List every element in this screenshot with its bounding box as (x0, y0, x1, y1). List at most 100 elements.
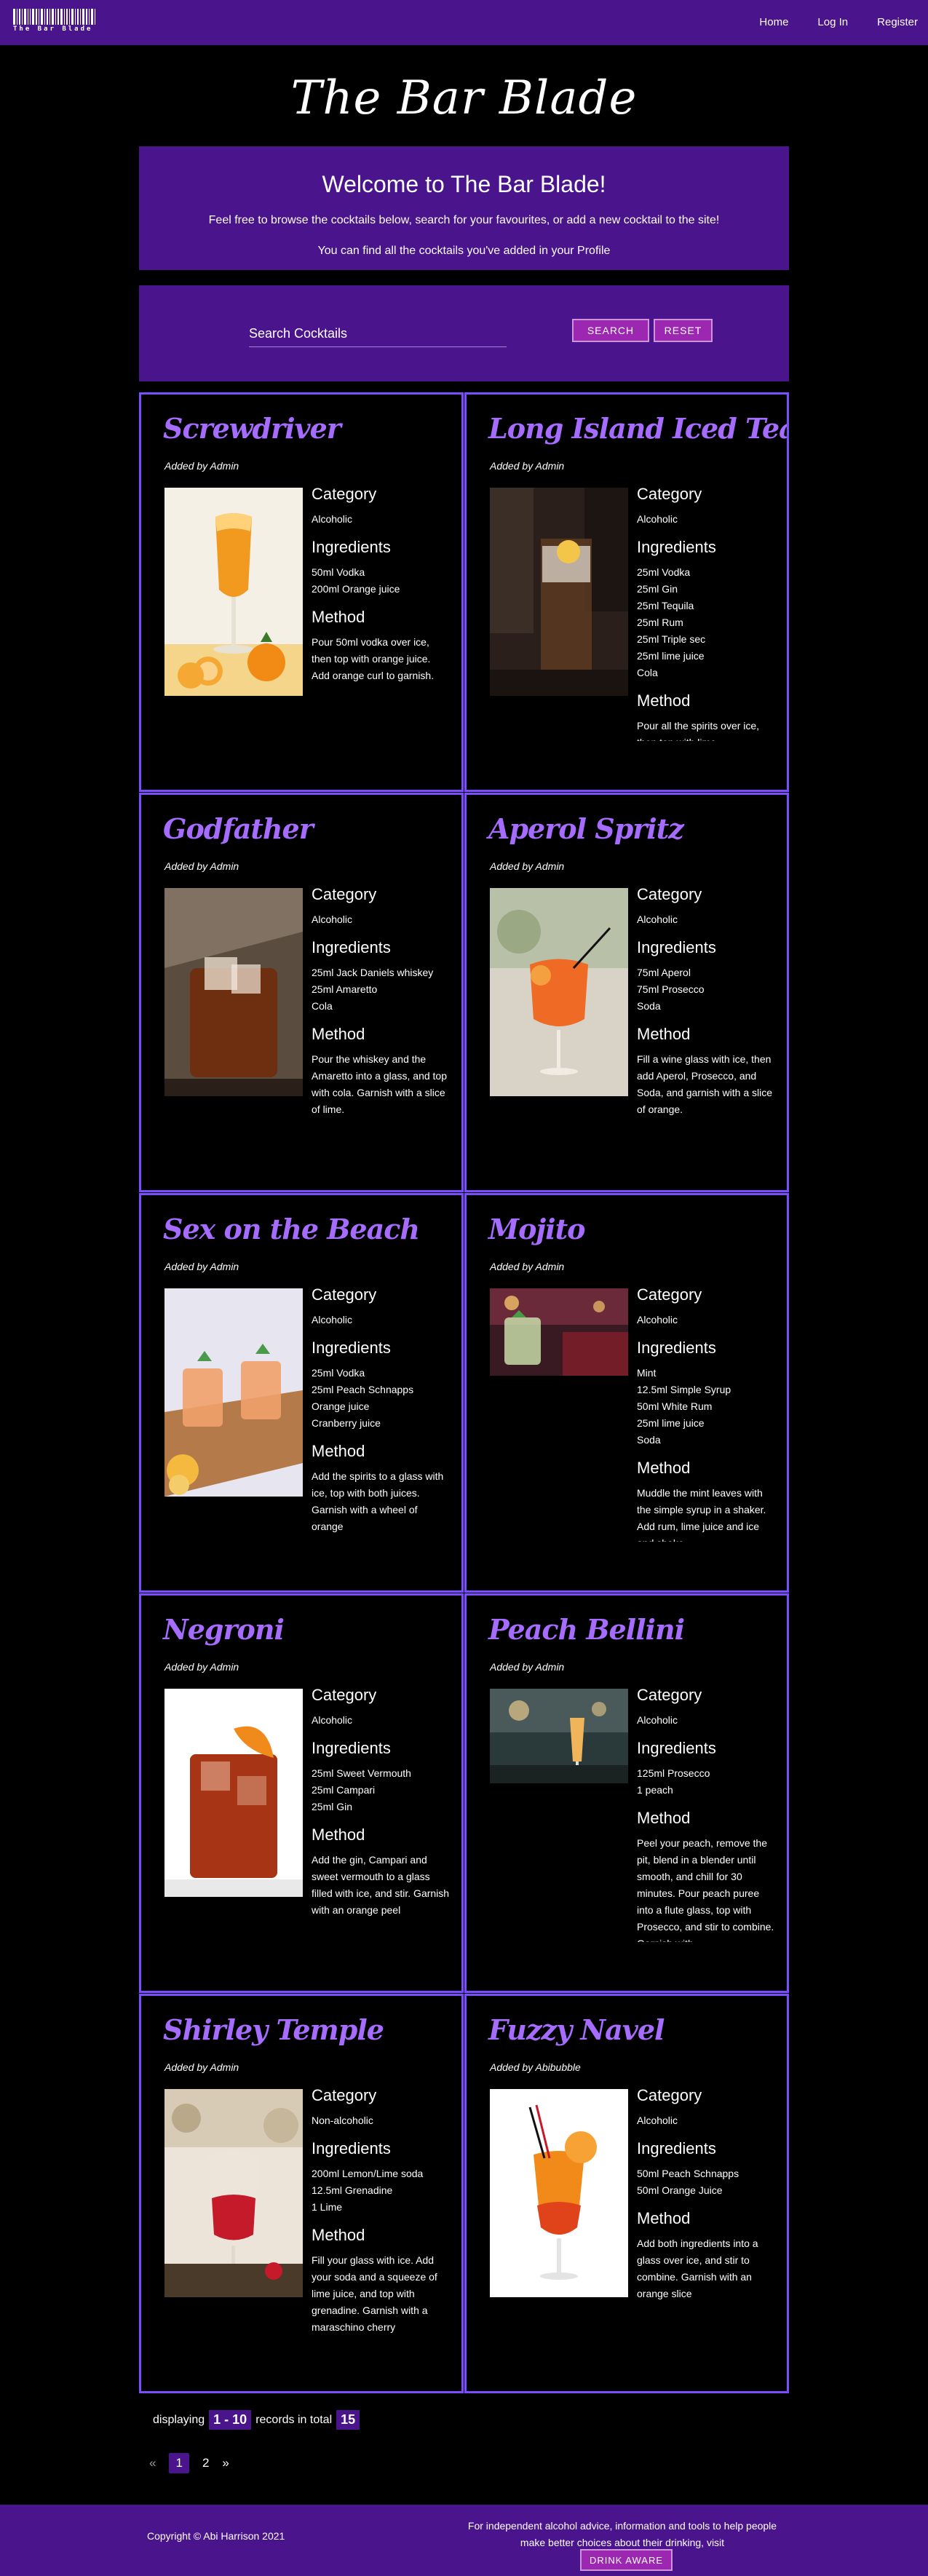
cocktail-card-screwdriver[interactable]: Screwdriver Added by Admin Category Alco… (139, 392, 464, 792)
cocktail-details: Category Alcoholic Ingredients 75ml Aper… (637, 885, 775, 1141)
ingredients-list: 200ml Lemon/Lime soda 12.5ml Grenadine 1 L… (312, 2165, 450, 2216)
cocktail-added-by: Added by Abibubble (490, 2061, 581, 2073)
ingredients-heading: Ingredients (637, 938, 716, 956)
cocktail-method: Fill a wine glass with ice, then add Ape… (637, 1053, 772, 1115)
ingredients-list: 75ml Aperol 75ml Prosecco Soda (637, 964, 775, 1015)
pagination-page-2[interactable]: 2 (202, 2456, 209, 2470)
cocktail-image (164, 2089, 303, 2297)
drink-aware-button[interactable]: DRINK AWARE (580, 2549, 673, 2571)
ingredient-item: 125ml Prosecco (637, 1767, 710, 1779)
cocktail-method: Add both ingredients into a glass over i… (637, 2238, 758, 2299)
cocktail-added-by: Added by Admin (164, 2061, 239, 2073)
cocktail-image (164, 888, 303, 1096)
records-total: 15 (336, 2410, 360, 2430)
cocktail-card-peach-bellini[interactable]: Peach Bellini Added by Admin Category Al… (464, 1593, 789, 1993)
cocktail-details: Category Non-alcoholic Ingredients 200ml… (312, 2086, 450, 2342)
cocktail-details: Category Alcoholic Ingredients 50ml Peac… (637, 2086, 775, 2342)
search-panel: Search Cocktails SEARCH RESET (139, 285, 789, 381)
cocktail-name[interactable]: Long Island Iced Tea (488, 412, 787, 445)
method-heading: Method (312, 1442, 365, 1460)
cocktail-added-by: Added by Admin (490, 860, 565, 872)
cocktail-category: Alcoholic (312, 513, 353, 525)
ingredients-heading: Ingredients (637, 538, 716, 556)
ingredient-item: 25ml Gin (312, 1801, 353, 1812)
cocktail-name[interactable]: Peach Bellini (488, 1613, 685, 1646)
category-heading: Category (312, 885, 377, 903)
ingredient-item: 75ml Prosecco (637, 983, 705, 995)
cocktail-name[interactable]: Screwdriver (163, 412, 341, 445)
cocktail-details: Category Alcoholic Ingredients 25ml Jack… (312, 885, 450, 1141)
ingredients-list: 25ml Sweet Vermouth 25ml Campari 25ml Gin (312, 1765, 450, 1815)
nav-link-login[interactable]: Log In (817, 16, 848, 28)
ingredient-item: 12.5ml Grenadine (312, 2184, 393, 2196)
pagination-prev[interactable]: « (149, 2456, 156, 2470)
category-heading: Category (637, 2086, 702, 2104)
search-button[interactable]: SEARCH (572, 319, 649, 342)
cocktail-card-long-island-iced-tea[interactable]: Long Island Iced Tea Added by Admin Cate… (464, 392, 789, 792)
cocktail-category: Non-alcoholic (312, 2115, 373, 2126)
ingredient-item: 25ml lime juice (637, 1417, 705, 1429)
nav-link-register[interactable]: Register (877, 16, 918, 28)
ingredients-heading: Ingredients (637, 1339, 716, 1357)
cocktail-details: Category Alcoholic Ingredients 25ml Vodk… (637, 485, 775, 741)
pagination-next[interactable]: » (222, 2456, 229, 2470)
category-heading: Category (637, 1686, 702, 1704)
cocktail-image (490, 488, 628, 696)
cocktail-added-by: Added by Admin (164, 460, 239, 472)
cocktail-details: Category Alcoholic Ingredients 25ml Swee… (312, 1686, 450, 1942)
cocktail-card-sex-on-the-beach[interactable]: Sex on the Beach Added by Admin Category… (139, 1193, 464, 1593)
ingredient-item: Mint (637, 1367, 657, 1379)
site-title: The Bar Blade (290, 71, 638, 125)
records-info: displaying 1 - 10 records in total 15 (153, 2410, 364, 2430)
method-heading: Method (312, 2226, 365, 2244)
cocktail-name[interactable]: Aperol Spritz (488, 812, 684, 845)
cocktail-category: Alcoholic (637, 1714, 678, 1726)
cocktail-method: Add the spirits to a glass with ice, top… (312, 1470, 444, 1532)
ingredient-item: 25ml Vodka (312, 1367, 365, 1379)
ingredient-item: 25ml Sweet Vermouth (312, 1767, 411, 1779)
method-heading: Method (637, 1025, 691, 1043)
reset-button[interactable]: RESET (654, 319, 713, 342)
cocktail-card-aperol-spritz[interactable]: Aperol Spritz Added by Admin Category Al… (464, 793, 789, 1192)
cocktail-name[interactable]: Sex on the Beach (163, 1213, 420, 1245)
footer: Copyright © Abi Harrison 2021 For indepe… (0, 2505, 928, 2576)
cocktail-category: Alcoholic (312, 914, 353, 925)
cocktail-name[interactable]: Shirley Temple (163, 2013, 384, 2046)
search-input[interactable]: Search Cocktails (249, 326, 347, 341)
method-heading: Method (637, 691, 691, 710)
cocktail-card-negroni[interactable]: Negroni Added by Admin Category Alcoholi… (139, 1593, 464, 1993)
ingredient-item: 25ml Campari (312, 1784, 376, 1796)
footer-advice: For independent alcohol advice, informat… (467, 2520, 777, 2548)
cocktail-card-fuzzy-navel[interactable]: Fuzzy Navel Added by Abibubble Category … (464, 1994, 789, 2393)
ingredient-item: 1 Lime (312, 2201, 343, 2213)
cocktail-method: Add the gin, Campari and sweet vermouth … (312, 1854, 450, 1916)
ingredient-item: Cola (312, 1000, 333, 1012)
ingredients-heading: Ingredients (312, 538, 391, 556)
site-logo[interactable]: The Bar Blade (13, 9, 115, 35)
cocktail-image (164, 1689, 303, 1897)
category-heading: Category (637, 885, 702, 903)
cocktail-image (164, 1288, 303, 1497)
method-heading: Method (637, 2209, 691, 2227)
pagination-page-1[interactable]: 1 (169, 2453, 189, 2473)
cocktail-name[interactable]: Godfather (163, 812, 314, 845)
cocktail-name[interactable]: Negroni (163, 1613, 285, 1646)
cocktail-image (490, 1689, 628, 1783)
cocktail-added-by: Added by Admin (490, 1261, 565, 1272)
category-heading: Category (312, 1686, 377, 1704)
cocktail-image (490, 888, 628, 1096)
cocktail-method: Fill your glass with ice. Add your soda … (312, 2254, 437, 2333)
cocktail-added-by: Added by Admin (164, 860, 239, 872)
nav-link-home[interactable]: Home (759, 16, 788, 28)
method-heading: Method (637, 1809, 691, 1827)
ingredients-heading: Ingredients (312, 938, 391, 956)
cocktail-card-shirley-temple[interactable]: Shirley Temple Added by Admin Category N… (139, 1994, 464, 2393)
cocktail-added-by: Added by Admin (490, 1661, 565, 1673)
cocktail-name[interactable]: Fuzzy Navel (488, 2013, 665, 2046)
cocktail-category: Alcoholic (637, 1314, 678, 1325)
cocktail-card-godfather[interactable]: Godfather Added by Admin Category Alcoho… (139, 793, 464, 1192)
cocktail-card-mojito[interactable]: Mojito Added by Admin Category Alcoholic… (464, 1193, 789, 1593)
welcome-profile-text: You can find all the cocktails you've ad… (317, 245, 611, 257)
category-heading: Category (312, 1285, 377, 1304)
cocktail-name[interactable]: Mojito (488, 1213, 585, 1245)
